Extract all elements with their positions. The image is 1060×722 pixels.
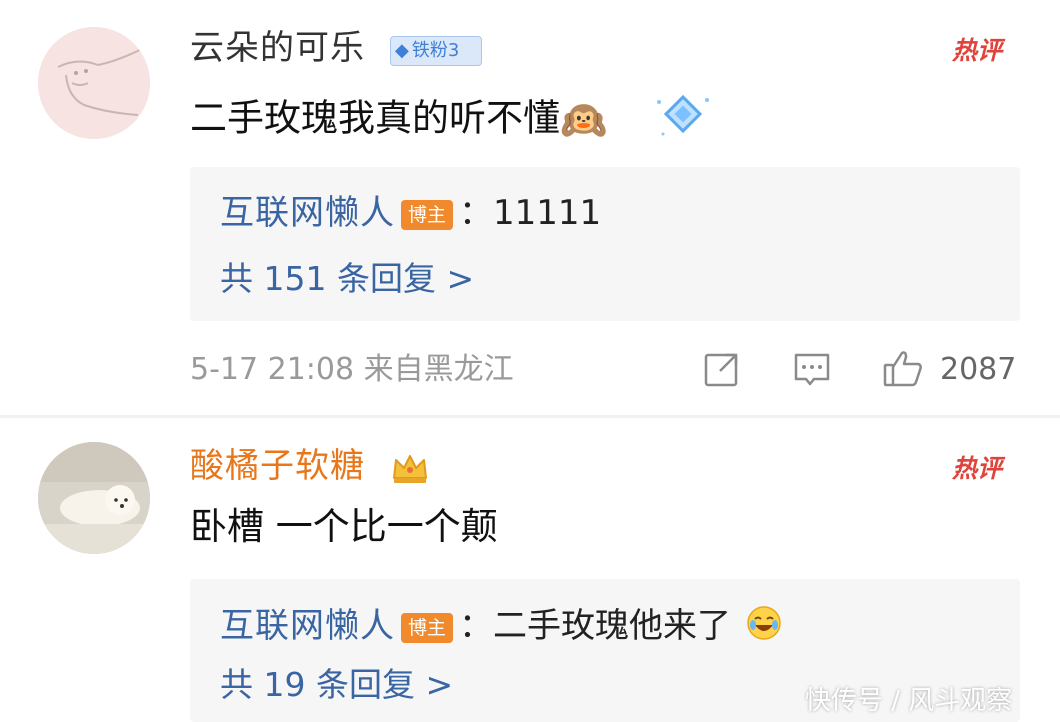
comment-item: 云朵的可乐 ◆ 铁粉3 热评 二手玫瑰我真的听不懂🙉 互联网懒人 博主 ：11111	[0, 0, 1060, 415]
avatar[interactable]	[38, 442, 150, 554]
blogger-badge: 博主	[401, 200, 453, 230]
hot-comment-label: 热评	[952, 454, 1003, 483]
avatar[interactable]	[38, 27, 150, 139]
laughing-emoji-icon	[746, 605, 782, 650]
share-icon[interactable]	[702, 349, 742, 389]
comment-feed: 云朵的可乐 ◆ 铁粉3 热评 二手玫瑰我真的听不懂🙉 互联网懒人 博主 ：11111	[0, 0, 1060, 722]
more-replies-link[interactable]: 共 151 条回复 >	[220, 259, 474, 299]
monkey-emoji-icon: 🙉	[560, 98, 608, 142]
reply-line: 互联网懒人 博主 ：11111	[220, 193, 601, 233]
thumbs-up-icon[interactable]	[882, 347, 924, 389]
username[interactable]: 云朵的可乐	[190, 28, 365, 68]
hot-comment-badge: 热评	[952, 452, 1020, 486]
comment-item: 酸橘子软糖 热评 卧槽 一个比一个颠 互联网懒人 博主 ：二手玫瑰他来了 共 1…	[0, 418, 1060, 722]
diamond-icon: ◆	[395, 40, 409, 61]
reply-text: ：11111	[459, 193, 602, 233]
hot-comment-label: 热评	[952, 36, 1003, 65]
avatar-drawing-icon	[38, 27, 150, 139]
watermark: 快传号 / 风斗观察	[805, 686, 1013, 716]
comment-text-body: 二手玫瑰我真的听不懂	[190, 96, 560, 140]
more-replies-link[interactable]: 共 19 条回复 >	[220, 665, 453, 705]
like-count: 2087	[940, 352, 1017, 387]
username[interactable]: 酸橘子软糖	[190, 446, 365, 486]
comment-meta: 5-17 21:08 来自黑龙江	[190, 352, 514, 387]
dog-photo-icon	[38, 442, 150, 554]
comment-text: 卧槽 一个比一个颠	[190, 505, 498, 548]
reply-author[interactable]: 互联网懒人	[220, 606, 395, 646]
reply-line: 互联网懒人 博主 ：二手玫瑰他来了	[220, 605, 782, 650]
reply-preview[interactable]: 互联网懒人 博主 ：11111 共 151 条回复 >	[190, 167, 1020, 321]
blogger-badge: 博主	[401, 613, 453, 643]
fan-badge-label: 铁粉3	[411, 40, 460, 61]
fan-badge[interactable]: ◆ 铁粉3	[390, 36, 482, 66]
comment-text: 二手玫瑰我真的听不懂🙉	[190, 90, 713, 150]
sparkle-diamond-icon	[653, 90, 713, 150]
reply-author[interactable]: 互联网懒人	[220, 193, 395, 233]
reply-text: ：二手玫瑰他来了	[459, 606, 731, 646]
comment-actions: 2087	[690, 345, 1030, 393]
comment-icon[interactable]	[792, 349, 832, 389]
crown-icon	[390, 448, 430, 488]
hot-comment-badge: 热评	[952, 34, 1020, 68]
